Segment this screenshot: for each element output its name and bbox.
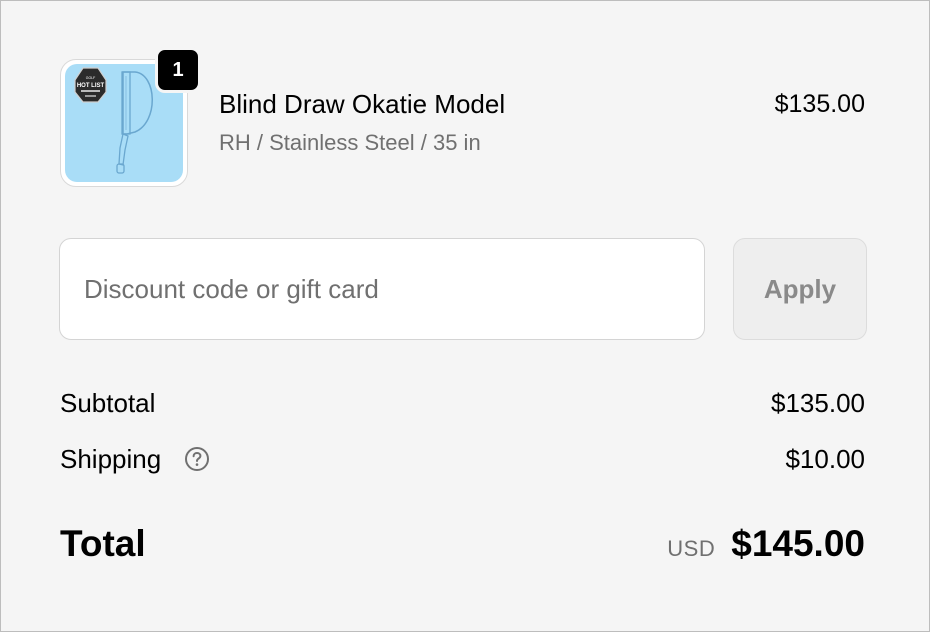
order-summary-panel: GOLF HOT LIST 1 Blind Draw Okatie Model … (0, 0, 930, 632)
svg-text:GOLF: GOLF (86, 76, 96, 80)
subtotal-value: $135.00 (771, 388, 865, 418)
total-amount: USD $145.00 (667, 522, 865, 566)
discount-code-input[interactable] (59, 238, 705, 340)
product-price: $135.00 (774, 90, 865, 118)
total-label: Total (60, 523, 146, 564)
shipping-label: Shipping (60, 444, 162, 474)
shipping-value: $10.00 (785, 444, 865, 474)
total-value: $145.00 (731, 523, 865, 564)
question-circle-icon[interactable] (184, 446, 210, 472)
currency-code: USD (667, 536, 716, 561)
quantity-badge: 1 (155, 47, 201, 93)
product-name: Blind Draw Okatie Model (219, 89, 506, 119)
image-badge-text: HOT LIST (77, 83, 105, 89)
subtotal-label: Subtotal (60, 388, 156, 418)
product-variant: RH / Stainless Steel / 35 in (219, 130, 481, 155)
apply-button[interactable]: Apply (733, 238, 867, 340)
